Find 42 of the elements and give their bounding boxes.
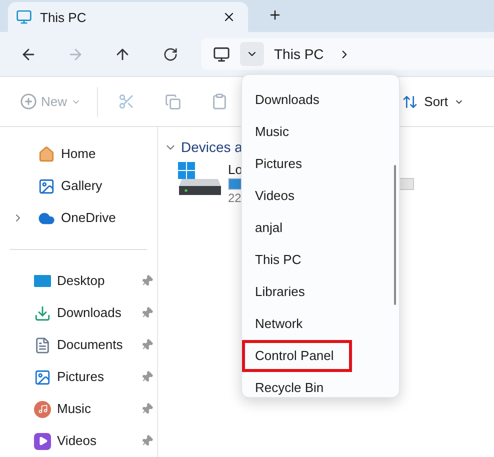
dropdown-item[interactable]: Downloads	[242, 84, 399, 116]
monitor-icon	[16, 9, 32, 26]
sidebar-item[interactable]: Videos	[0, 425, 157, 457]
sidebar-item[interactable]: Downloads	[0, 297, 157, 329]
dropdown-item[interactable]: Control Panel	[242, 340, 352, 372]
window-tab[interactable]: This PC	[8, 2, 248, 32]
dropdown-item[interactable]: anjal	[242, 212, 399, 244]
dropdown-item[interactable]: Libraries	[242, 276, 399, 308]
plus-circle-icon	[20, 93, 37, 110]
tab-title: This PC	[40, 8, 88, 27]
house-icon	[38, 146, 55, 162]
drive-detail: 22	[228, 190, 242, 206]
breadcrumb[interactable]: This PC	[274, 44, 324, 65]
scrollbar[interactable]	[394, 165, 396, 305]
download-icon	[34, 304, 51, 322]
desktop-icon	[34, 274, 51, 288]
dropdown-item[interactable]: Recycle Bin	[242, 372, 399, 397]
document-icon	[34, 336, 51, 354]
dropdown-item[interactable]: Network	[242, 308, 399, 340]
sidebar-item[interactable]: OneDrive	[0, 202, 157, 234]
refresh-icon[interactable]	[163, 46, 178, 62]
sidebar-item[interactable]: Documents	[0, 329, 157, 361]
sidebar-item[interactable]: Desktop	[0, 265, 157, 297]
image-icon	[34, 368, 51, 386]
video-icon	[34, 432, 51, 450]
monitor-icon	[213, 46, 230, 63]
dropdown-item[interactable]: Pictures	[242, 148, 399, 180]
music-icon	[34, 400, 51, 418]
dropdown-item[interactable]: Music	[242, 116, 399, 148]
sidebar-item[interactable]: Home	[0, 138, 157, 170]
new-tab-icon[interactable]	[268, 8, 282, 22]
sidebar-item[interactable]: Gallery	[0, 170, 157, 202]
sidebar-item[interactable]: Music	[0, 393, 157, 425]
image-icon	[38, 178, 55, 194]
address-bar[interactable]: This PC	[201, 38, 494, 70]
drive-icon	[178, 162, 222, 198]
dropdown-item[interactable]: This PC	[242, 244, 399, 276]
sort-arrows-icon	[402, 94, 418, 110]
sidebar-item[interactable]: Pictures	[0, 361, 157, 393]
dropdown-item[interactable]: Videos	[242, 180, 399, 212]
clipboard-icon[interactable]	[211, 93, 228, 110]
sort-button[interactable]: Sort	[402, 92, 464, 112]
